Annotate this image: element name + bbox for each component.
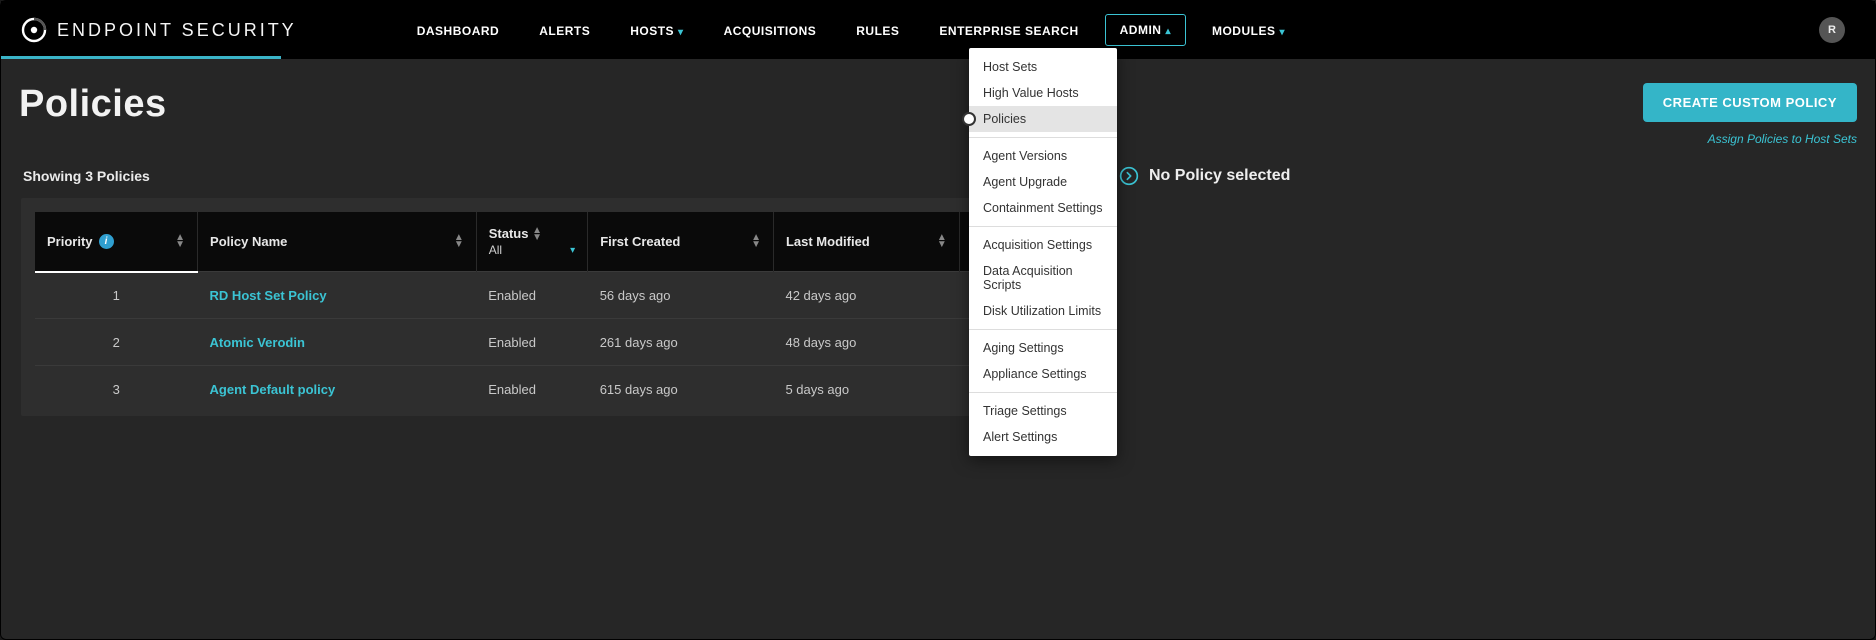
col-priority[interactable]: Priorityi ▲▼ [35,212,198,272]
table-header-row: Priorityi ▲▼ Policy Name▲▼ Status ▲▼ All… [35,212,1087,272]
cell-policy-name[interactable]: Atomic Verodin [198,319,477,366]
nav-modules[interactable]: MODULES▾ [1192,2,1305,58]
policies-table-wrap: Priorityi ▲▼ Policy Name▲▼ Status ▲▼ All… [21,198,1101,416]
sort-icon: ▲▼ [751,235,761,248]
chevron-down-icon: ▾ [1279,27,1285,38]
header-actions: CREATE CUSTOM POLICY Assign Policies to … [1643,83,1857,146]
sort-icon: ▲▼ [532,228,542,241]
col-status[interactable]: Status ▲▼ All▾ [476,212,587,272]
nav-admin[interactable]: ADMIN▴ [1105,14,1186,46]
cell-created: 261 days ago [588,319,774,366]
create-custom-policy-button[interactable]: CREATE CUSTOM POLICY [1643,83,1857,122]
admin-dropdown: Host Sets High Value Hosts Policies Agen… [969,48,1117,456]
cell-status: Enabled [476,366,587,413]
table-row[interactable]: 2 Atomic Verodin Enabled 261 days ago 48… [35,319,1087,366]
dd-separator [969,392,1117,393]
cell-created: 56 days ago [588,272,774,319]
dd-triage-settings[interactable]: Triage Settings [969,398,1117,424]
dd-disk-utilization[interactable]: Disk Utilization Limits [969,298,1117,324]
chevron-down-icon: ▾ [678,27,684,38]
top-nav: ENDPOINT SECURITY DASHBOARD ALERTS HOSTS… [1,1,1875,59]
table-row[interactable]: 3 Agent Default policy Enabled 615 days … [35,366,1087,413]
col-policy-name[interactable]: Policy Name▲▼ [198,212,477,272]
dd-containment-settings[interactable]: Containment Settings [969,195,1117,221]
policy-detail-panel: No Policy selected [1101,156,1875,416]
col-first-created[interactable]: First Created▲▼ [588,212,774,272]
dd-acquisition-settings[interactable]: Acquisition Settings [969,232,1117,258]
assign-policies-link[interactable]: Assign Policies to Host Sets [1643,132,1857,146]
cell-modified: 5 days ago [773,366,959,413]
cell-priority: 1 [35,272,198,319]
table-body: 1 RD Host Set Policy Enabled 56 days ago… [35,272,1087,413]
user-avatar[interactable]: R [1819,17,1845,43]
nav-alerts[interactable]: ALERTS [519,2,610,58]
brand-icon [21,17,47,43]
dd-high-value-hosts[interactable]: High Value Hosts [969,80,1117,106]
sort-icon: ▲▼ [454,235,464,248]
dd-appliance-settings[interactable]: Appliance Settings [969,361,1117,387]
brand-name: ENDPOINT SECURITY [57,20,297,41]
cell-modified: 42 days ago [773,272,959,319]
dd-aging-settings[interactable]: Aging Settings [969,335,1117,361]
sort-icon: ▲▼ [937,235,947,248]
col-last-modified[interactable]: Last Modified▲▼ [773,212,959,272]
dd-policies[interactable]: Policies [969,106,1117,132]
page-title: Policies [19,83,167,126]
status-filter[interactable]: All▾ [489,243,575,257]
sort-icon: ▲▼ [175,235,185,248]
page-header: Policies CREATE CUSTOM POLICY Assign Pol… [1,59,1875,156]
cell-priority: 2 [35,319,198,366]
dd-separator [969,329,1117,330]
dd-alert-settings[interactable]: Alert Settings [969,424,1117,450]
nav-items: DASHBOARD ALERTS HOSTS▾ ACQUISITIONS RUL… [397,2,1305,58]
nav-rules[interactable]: RULES [836,2,919,58]
cell-status: Enabled [476,272,587,319]
arrow-right-circle-icon [1119,166,1139,186]
dd-separator [969,137,1117,138]
policies-list-panel: Showing 3 Policies Priorityi ▲▼ Policy N… [1,156,1101,416]
table-row[interactable]: 1 RD Host Set Policy Enabled 56 days ago… [35,272,1087,319]
chevron-down-icon: ▾ [570,245,575,256]
dd-separator [969,226,1117,227]
cell-status: Enabled [476,319,587,366]
info-icon[interactable]: i [99,234,114,249]
cell-created: 615 days ago [588,366,774,413]
cell-modified: 48 days ago [773,319,959,366]
cell-priority: 3 [35,366,198,413]
nav-acquisitions[interactable]: ACQUISITIONS [704,2,837,58]
brand-logo[interactable]: ENDPOINT SECURITY [21,17,337,43]
showing-count: Showing 3 Policies [23,168,1101,184]
cell-policy-name[interactable]: Agent Default policy [198,366,477,413]
dd-agent-versions[interactable]: Agent Versions [969,143,1117,169]
main-content: Showing 3 Policies Priorityi ▲▼ Policy N… [1,156,1875,416]
no-policy-selected: No Policy selected [1119,166,1855,186]
dd-host-sets[interactable]: Host Sets [969,54,1117,80]
nav-active-underline [1,56,281,59]
nav-dashboard[interactable]: DASHBOARD [397,2,520,58]
dd-agent-upgrade[interactable]: Agent Upgrade [969,169,1117,195]
chevron-up-icon: ▴ [1165,26,1171,37]
policies-table: Priorityi ▲▼ Policy Name▲▼ Status ▲▼ All… [35,212,1087,412]
nav-hosts[interactable]: HOSTS▾ [610,2,703,58]
dd-data-acq-scripts[interactable]: Data Acquisition Scripts [969,258,1117,298]
cell-policy-name[interactable]: RD Host Set Policy [198,272,477,319]
